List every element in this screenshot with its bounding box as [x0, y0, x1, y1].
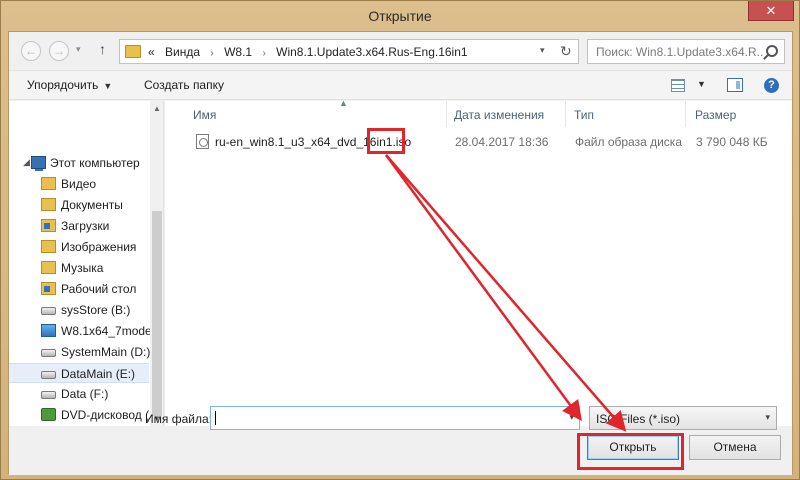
open-file-dialog: Открытие ✕ ← → ▾ ↑ « Винда › W8.1 › Win8… [0, 0, 800, 480]
arrow-to-open-button [385, 154, 627, 432]
annotation-arrows [384, 154, 627, 432]
arrow-to-filename [384, 154, 582, 422]
